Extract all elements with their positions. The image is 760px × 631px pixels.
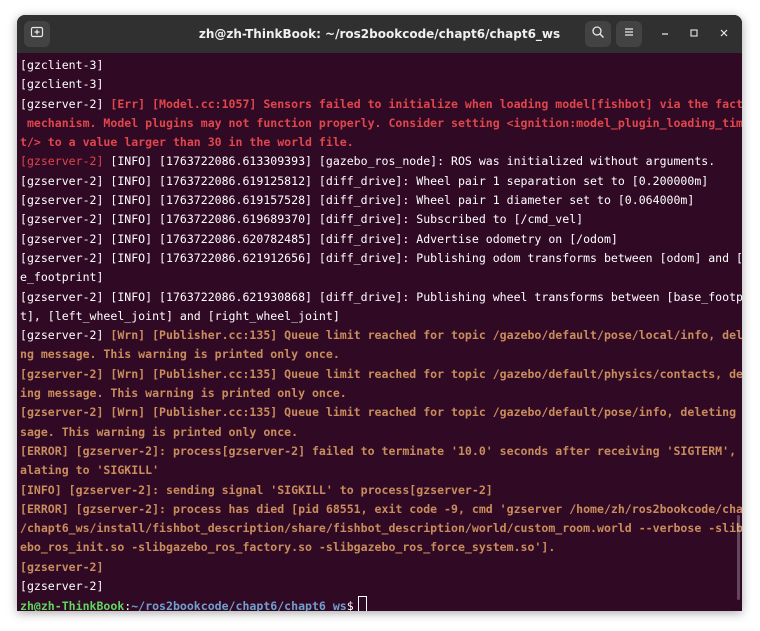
line-text: ing message. This warning is printed onl… xyxy=(20,386,347,401)
terminal-line: [gzclient-3] xyxy=(20,56,742,75)
line-text: [INFO] [1763722086.613309393] [gazebo_ro… xyxy=(103,154,716,169)
maximize-icon xyxy=(689,25,699,43)
prompt-user-host: zh@zh-ThinkBook xyxy=(20,599,125,611)
terminal-line: [gzserver-2] [INFO] [1763722086.61330939… xyxy=(20,152,742,171)
close-button[interactable] xyxy=(713,23,735,45)
terminal-line: t/> to a value larger than 30 in the wor… xyxy=(20,133,742,152)
title-bar[interactable]: zh@zh-ThinkBook: ~/ros2bookcode/chapt6/c… xyxy=(17,15,742,53)
terminal-line: [gzserver-2] xyxy=(20,577,742,596)
search-icon xyxy=(591,25,605,44)
terminal-line: /chapt6_ws/install/fishbot_description/s… xyxy=(20,519,742,538)
line-text: [gzserver-2] [INFO] [1763722086.62193086… xyxy=(20,289,742,304)
line-prefix: [gzserver-2] xyxy=(20,328,111,343)
line-text: [gzserver-2] [INFO] [1763722086.62191265… xyxy=(20,250,742,265)
line-text: [gzclient-3] xyxy=(20,58,104,72)
line-text: [gzserver-2] [INFO] [1763722086.62078248… xyxy=(20,231,618,246)
maximize-button[interactable] xyxy=(683,23,705,45)
terminal-line: [gzserver-2] [INFO] [1763722086.62078248… xyxy=(20,230,742,249)
terminal-line: [gzclient-3] xyxy=(20,75,742,94)
line-text: [gzserver-2] xyxy=(20,579,104,594)
line-text: sage. This warning is printed only once. xyxy=(20,424,299,439)
terminal-line: [ERROR] [gzserver-2]: process[gzserver-2… xyxy=(20,442,742,461)
terminal-line: [ERROR] [gzserver-2]: process has died [… xyxy=(20,500,742,519)
line-text: [gzserver-2] [INFO] [1763722086.61912581… xyxy=(20,173,709,188)
line-text: [gzserver-2] [Wrn] [Publisher.cc:135] Qu… xyxy=(20,405,742,420)
minimize-button[interactable] xyxy=(654,23,676,45)
terminal-line: [gzserver-2] [INFO] [1763722086.62191265… xyxy=(20,249,742,268)
terminal-output[interactable]: [gzclient-3] [gzclient-3] [gzserver-2] [Er… xyxy=(20,56,742,611)
line-text: [gzclient-3] xyxy=(20,77,104,92)
scrollbar[interactable] xyxy=(737,515,740,600)
terminal-line: [gzserver-2] [Err] [Model.cc:1057] Senso… xyxy=(20,95,742,114)
prompt-path: ~/ros2bookcode/chapt6/chapt6_ws xyxy=(131,599,347,611)
line-text: e_footprint] xyxy=(20,270,104,285)
terminal-line: ebo_ros_init.so -slibgazebo_ros_factory.… xyxy=(20,538,742,557)
terminal-line: [gzserver-2] [Wrn] [Publisher.cc:135] Qu… xyxy=(20,403,742,422)
terminal-line: alating to 'SIGKILL' xyxy=(20,461,742,480)
line-text: [gzserver-2] [INFO] [1763722086.61968937… xyxy=(20,212,584,227)
terminal-line: ing message. This warning is printed onl… xyxy=(20,384,742,403)
terminal-line: sage. This warning is printed only once. xyxy=(20,423,742,442)
terminal-line: [gzserver-2] [INFO] [1763722086.61968937… xyxy=(20,210,742,229)
line-text: ebo_ros_init.so -slibgazebo_ros_factory.… xyxy=(20,540,556,555)
line-prefix: [gzserver-2] xyxy=(20,154,104,169)
minimize-icon xyxy=(660,25,670,43)
line-text: ng message. This warning is printed only… xyxy=(20,347,340,362)
terminal-line: [gzserver-2] [INFO] [1763722086.62193086… xyxy=(20,288,742,307)
line-text: /chapt6_ws/install/fishbot_description/s… xyxy=(20,521,742,536)
line-text: mechanism. Model plugins may not functio… xyxy=(20,115,742,130)
close-icon xyxy=(719,25,729,43)
terminal-line: [gzserver-2] [Wrn] [Publisher.cc:135] Qu… xyxy=(20,326,742,345)
line-text: alating to 'SIGKILL' xyxy=(20,463,160,478)
line-text: [ERROR] [gzserver-2]: process[gzserver-2… xyxy=(20,443,742,458)
prompt-symbol: $ xyxy=(346,599,354,611)
line-text: [Wrn] [Publisher.cc:135] Queue limit rea… xyxy=(110,328,742,343)
line-text: t], [left_wheel_joint] and [right_wheel_… xyxy=(20,308,340,323)
terminal-window: zh@zh-ThinkBook: ~/ros2bookcode/chapt6/c… xyxy=(17,15,742,611)
hamburger-menu-icon xyxy=(622,25,636,44)
terminal-line: [gzserver-2] [INFO] [1763722086.61915752… xyxy=(20,191,742,210)
line-prefix: [gzserver-2] xyxy=(20,96,111,111)
menu-button[interactable] xyxy=(616,21,642,47)
terminal-line: [gzserver-2] xyxy=(20,558,742,577)
terminal-line: t], [left_wheel_joint] and [right_wheel_… xyxy=(20,307,742,326)
terminal-line: [gzserver-2] [Wrn] [Publisher.cc:135] Qu… xyxy=(20,365,742,384)
line-text: [INFO] [gzserver-2]: sending signal 'SIG… xyxy=(20,482,493,497)
terminal-line: e_footprint] xyxy=(20,268,742,287)
line-text: [ERROR] [gzserver-2]: process has died [… xyxy=(20,501,742,516)
terminal-line: [INFO] [gzserver-2]: sending signal 'SIG… xyxy=(20,481,742,500)
text-cursor xyxy=(357,596,367,611)
line-text: [gzserver-2] [Wrn] [Publisher.cc:135] Qu… xyxy=(20,366,742,381)
line-text: t/> to a value larger than 30 in the wor… xyxy=(20,135,354,150)
search-button[interactable] xyxy=(585,21,611,47)
terminal-line: [gzserver-2] [INFO] [1763722086.61912581… xyxy=(20,172,742,191)
terminal-line: ng message. This warning is printed only… xyxy=(20,345,742,364)
line-text: [gzserver-2] xyxy=(20,559,104,574)
shell-prompt[interactable]: zh@zh-ThinkBook:~/ros2bookcode/chapt6/ch… xyxy=(20,596,742,611)
line-text: [Err] [Model.cc:1057] Sensors failed to … xyxy=(110,96,742,111)
terminal-line: mechanism. Model plugins may not functio… xyxy=(20,114,742,133)
line-text: [gzserver-2] [INFO] [1763722086.61915752… xyxy=(20,193,695,208)
